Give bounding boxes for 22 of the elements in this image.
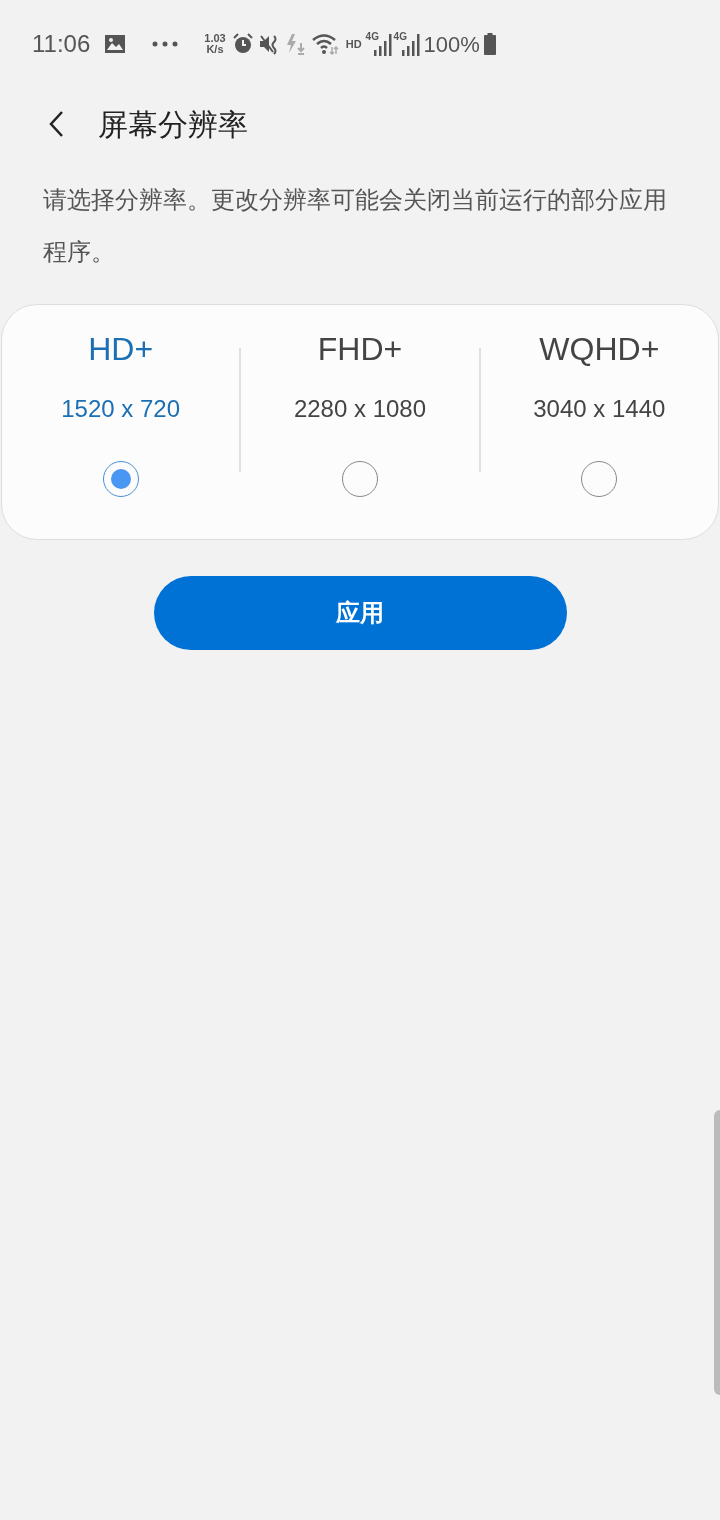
description-text: 请选择分辨率。更改分辨率可能会关闭当前运行的部分应用程序。 [42, 185, 668, 267]
network-speed-unit: K/s [206, 44, 224, 55]
more-icon [152, 41, 179, 47]
network-type: 4G [393, 32, 407, 42]
option-resolution: 2280 x 1080 [293, 394, 427, 424]
back-icon [48, 110, 64, 138]
option-resolution: 1520 x 720 [61, 394, 181, 424]
alarm-icon [231, 33, 254, 55]
battery-percentage: 100% [423, 30, 480, 59]
option-label: FHD+ [317, 330, 403, 369]
option-label: WQHD+ [539, 330, 660, 369]
battery-icon [483, 33, 496, 55]
image-icon [104, 34, 127, 54]
network-type: 4G [365, 32, 379, 42]
network-speed: 1.03 [204, 33, 226, 44]
page-title: 屏幕分辨率 [98, 106, 248, 143]
option-label: HD+ [88, 330, 154, 369]
apply-button[interactable]: 应用 [153, 576, 567, 650]
hd-indicator: HD [345, 36, 362, 52]
wifi-icon [311, 33, 340, 55]
option-resolution: 3040 x 1440 [533, 394, 666, 424]
status-time: 11:06 [32, 29, 91, 59]
